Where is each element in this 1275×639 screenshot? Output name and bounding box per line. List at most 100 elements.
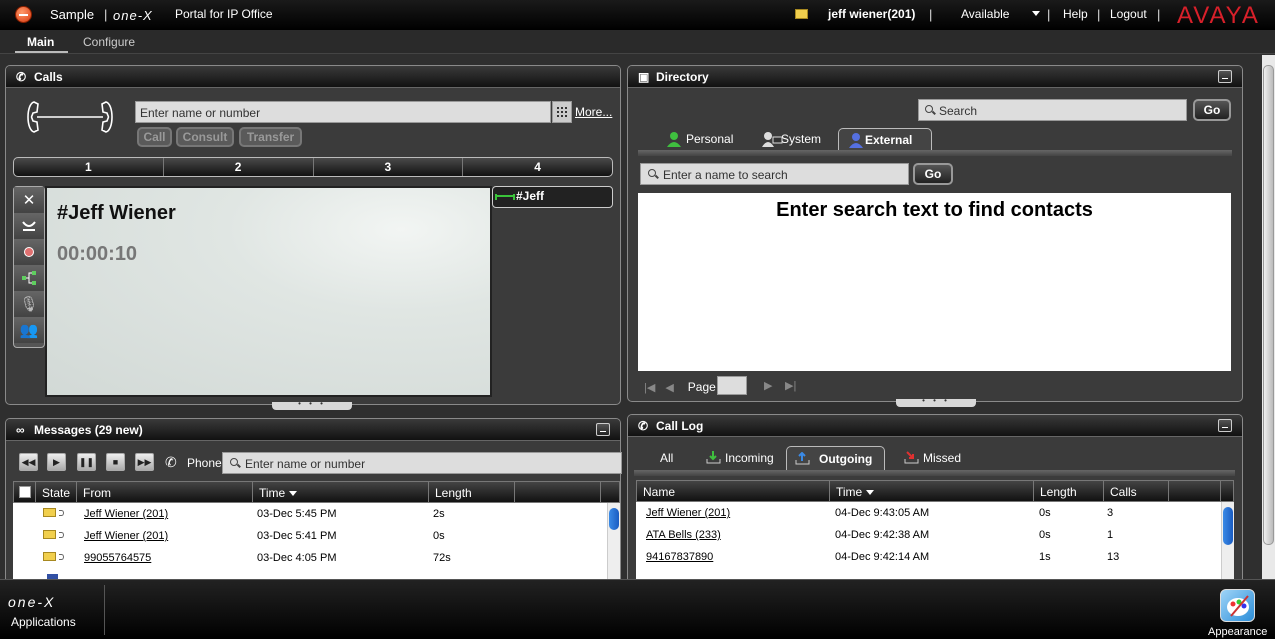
keypad-icon[interactable] [552, 101, 572, 123]
table-row[interactable]: 99055764575 03-Dec 4:05 PM 72s [13, 547, 607, 569]
column-time[interactable]: Time [253, 482, 429, 502]
tab-external[interactable]: External [838, 128, 932, 150]
appearance-label[interactable]: Appearance [1208, 626, 1267, 638]
minimize-messages-button[interactable] [596, 423, 610, 436]
stop-icon[interactable]: ■ [106, 453, 125, 471]
table-row[interactable] [13, 569, 607, 579]
line-tab-4[interactable]: 4 [463, 158, 612, 176]
calllog-length: 0s [1039, 529, 1051, 541]
message-from-link[interactable]: Jeff Wiener (201) [84, 508, 168, 520]
line-tab-3[interactable]: 3 [314, 158, 464, 176]
column-state[interactable]: State [36, 482, 77, 502]
more-link[interactable]: More... [575, 105, 612, 119]
tab-all[interactable]: All [638, 446, 673, 470]
calllog-calls: 1 [1107, 529, 1114, 541]
mute-all-icon[interactable]: 👥 [14, 317, 44, 343]
drop-call-icon[interactable]: ✕ [14, 187, 44, 213]
tab-incoming[interactable]: Incoming [703, 446, 774, 470]
minimize-calllog-button[interactable] [1218, 419, 1232, 432]
calllog-tab-strip [634, 470, 1235, 476]
directory-resize-handle[interactable]: • • • [896, 397, 976, 407]
applications-label[interactable]: Applications [11, 615, 76, 629]
calllog-name-link[interactable]: ATA Bells (233) [646, 529, 721, 541]
message-length: 2s [433, 508, 445, 520]
last-page-icon[interactable]: ▶| [785, 379, 796, 392]
separator: | [1047, 7, 1051, 22]
column-length[interactable]: Length [429, 482, 515, 502]
calllog-panel-header: ✆ Call Log [628, 415, 1242, 437]
table-row[interactable]: Jeff Wiener (201) 04-Dec 9:43:05 AM 0s 3 [636, 502, 1221, 524]
consult-button[interactable]: Consult [176, 127, 234, 147]
tab-system[interactable]: System [755, 128, 821, 150]
column-calls[interactable]: Calls [1104, 481, 1169, 501]
table-row[interactable]: Jeff Wiener (201) 03-Dec 5:41 PM 0s [13, 525, 607, 547]
tab-outgoing[interactable]: Outgoing [786, 446, 885, 470]
directory-results: Enter search text to find contacts [638, 193, 1231, 371]
messages-panel-header: ∞ Messages (29 new) [6, 419, 620, 441]
sign-out-icon[interactable] [15, 6, 32, 23]
directory-filter-go-button[interactable]: Go [913, 163, 953, 185]
presence-status-select[interactable]: Available [961, 7, 1009, 21]
conference-icon[interactable] [14, 265, 44, 291]
pause-icon[interactable]: ❚❚ [77, 453, 96, 471]
prev-page-icon[interactable]: ◀ [665, 381, 673, 394]
transfer-button[interactable]: Transfer [239, 127, 302, 147]
call-button[interactable]: Call [137, 127, 172, 147]
page-number-input[interactable] [717, 376, 747, 395]
logout-link[interactable]: Logout [1110, 7, 1147, 21]
minimize-directory-button[interactable] [1218, 70, 1232, 83]
messages-search-input[interactable]: Enter name or number [222, 452, 622, 474]
tab-missed[interactable]: Missed [901, 446, 961, 470]
column-time[interactable]: Time [830, 481, 1034, 501]
appearance-palette-icon[interactable] [1220, 589, 1255, 622]
column-time-label: Time [259, 486, 286, 500]
message-from-link[interactable]: 99055764575 [84, 552, 151, 564]
separator: | [929, 7, 933, 22]
messages-scrollbar[interactable] [607, 503, 620, 579]
directory-search-input[interactable]: Search [918, 99, 1187, 121]
table-row[interactable]: 94167837890 04-Dec 9:42:14 AM 1s 13 [636, 546, 1221, 568]
mute-icon[interactable]: 🎙 [14, 291, 44, 317]
next-page-icon[interactable]: ▶ [764, 379, 772, 392]
help-link[interactable]: Help [1063, 7, 1088, 21]
calllog-name-link[interactable]: 94167837890 [646, 551, 713, 563]
tab-configure[interactable]: Configure [83, 35, 135, 49]
tab-main[interactable]: Main [27, 35, 54, 49]
line-tab-1[interactable]: 1 [14, 158, 164, 176]
message-from-link[interactable]: Jeff Wiener (201) [84, 530, 168, 542]
play-icon[interactable]: ▶ [47, 453, 66, 471]
calllog-name-link[interactable]: Jeff Wiener (201) [646, 507, 730, 519]
table-row[interactable]: ATA Bells (233) 04-Dec 9:42:38 AM 0s 1 [636, 524, 1221, 546]
dial-input[interactable]: Enter name or number [135, 101, 551, 123]
column-from[interactable]: From [77, 482, 253, 502]
search-icon [925, 105, 933, 113]
select-all-checkbox[interactable] [14, 482, 36, 502]
phone-icon: ✆ [165, 454, 177, 470]
calllog-scrollbar[interactable] [1221, 502, 1234, 579]
chevron-down-icon[interactable] [1032, 11, 1040, 16]
call-appearance-tag[interactable]: #Jeff [492, 186, 613, 208]
rewind-icon[interactable]: ◀◀ [19, 453, 38, 471]
search-icon [230, 458, 238, 466]
column-length[interactable]: Length [1034, 481, 1104, 501]
first-page-icon[interactable]: |◀ [644, 381, 655, 394]
user-name: jeff wiener(201) [828, 7, 916, 21]
page-scrollbar[interactable] [1262, 55, 1275, 579]
tab-personal[interactable]: Personal [660, 128, 733, 150]
bottom-bar: one-X Applications Appearance [0, 579, 1275, 639]
active-call-card[interactable]: #Jeff Wiener 00:00:10 [45, 186, 492, 397]
record-icon[interactable] [14, 239, 44, 265]
hold-icon[interactable] [14, 213, 44, 239]
table-row[interactable]: Jeff Wiener (201) 03-Dec 5:45 PM 2s [13, 503, 607, 525]
fast-forward-icon[interactable]: ▶▶ [135, 453, 154, 471]
envelope-icon[interactable] [795, 9, 808, 19]
directory-go-button[interactable]: Go [1193, 99, 1231, 121]
column-spacer [1169, 481, 1221, 501]
directory-filter-input[interactable]: Enter a name to search [640, 163, 909, 185]
column-name[interactable]: Name [637, 481, 830, 501]
outgoing-arrow-icon [795, 452, 810, 465]
calls-resize-handle[interactable]: • • • [272, 400, 352, 410]
calls-title: Calls [34, 69, 63, 84]
pager: |◀ ◀ Page [640, 377, 716, 397]
line-tab-2[interactable]: 2 [164, 158, 314, 176]
